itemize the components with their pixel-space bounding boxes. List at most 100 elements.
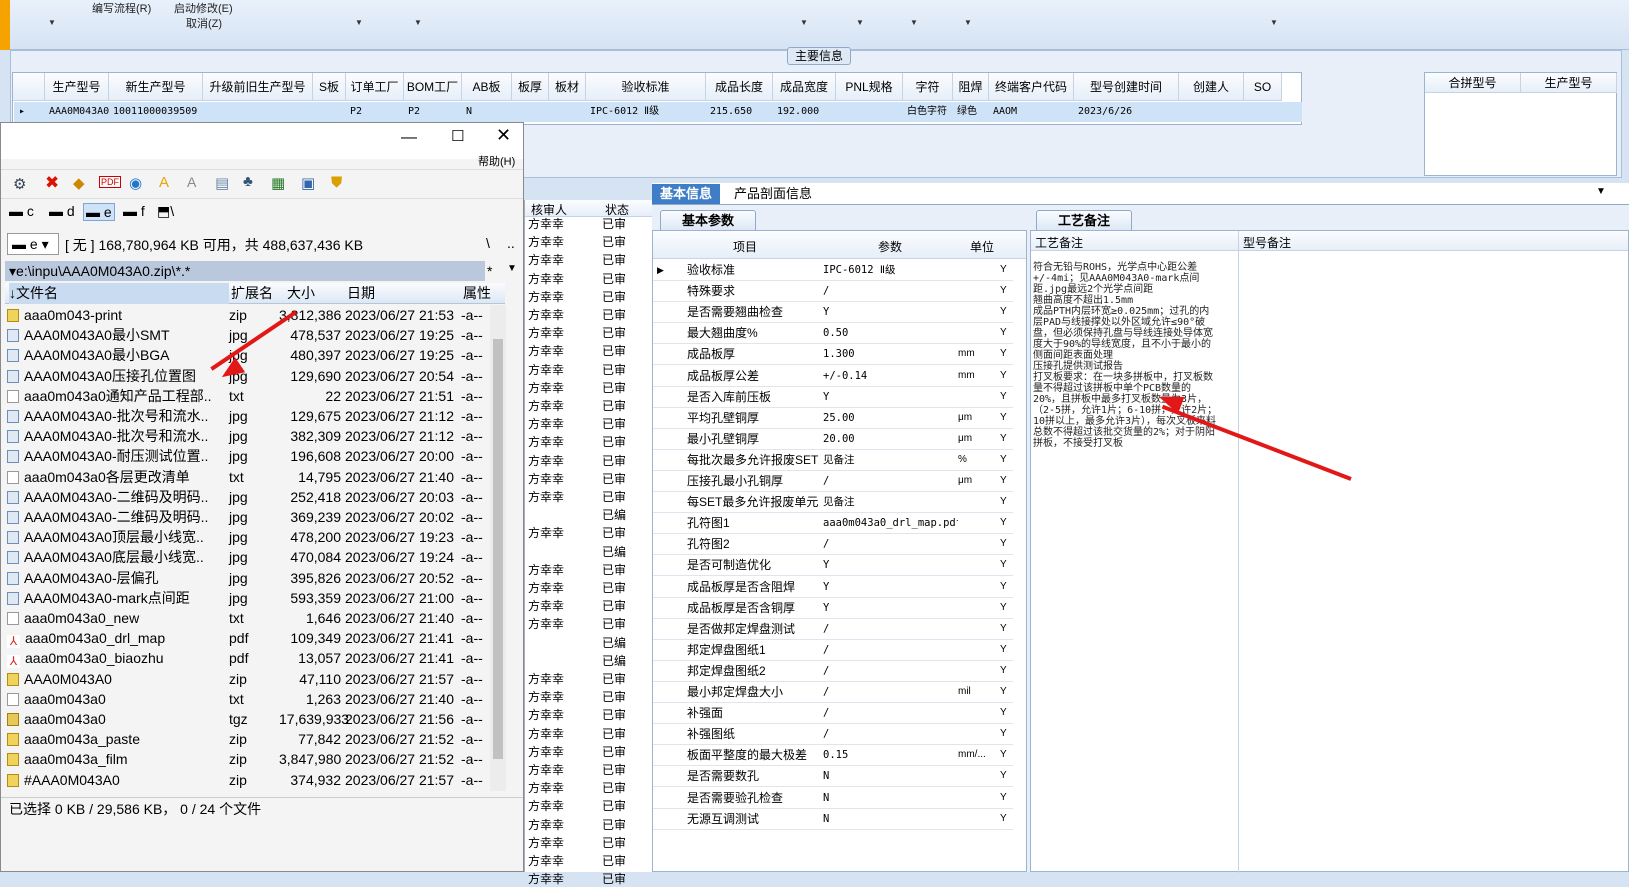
craft-notes-text[interactable]: 符合无铅与ROHS，光学点中心距公差+/-4mi；见AAA0M043A0-mar… xyxy=(1033,262,1218,449)
delete-icon[interactable]: ✖ xyxy=(45,173,59,193)
param-row[interactable]: 是否可制造优化 Y Y xyxy=(653,555,1013,577)
file-row[interactable]: AAA0M043A0-批次号和流水.. jpg 129,675 2023/06/27 … xyxy=(7,406,489,427)
param-row[interactable]: 压接孔最小孔铜厚 / μm Y xyxy=(653,471,1013,492)
param-row[interactable]: 成品板厚是否含铜厚 Y Y xyxy=(653,598,1013,619)
file-row[interactable]: AAA0M043A0-耐压测试位置.. jpg 196,608 2023/06/27 … xyxy=(7,446,489,467)
dropdown-icon[interactable]: ▼ xyxy=(1270,18,1278,27)
gem-icon[interactable]: ◆ xyxy=(73,174,85,192)
param-row[interactable]: ▶ 验收标准 IPC-6012 Ⅱ级 Y xyxy=(653,260,1013,281)
menu-edit-flow[interactable]: 编写流程(R) xyxy=(92,0,151,16)
param-row[interactable]: 成品板厚是否含阻焊 Y Y xyxy=(653,577,1013,598)
file-row[interactable]: AAA0M043A0-批次号和流水.. jpg 382,309 2023/06/27 … xyxy=(7,426,489,447)
file-row[interactable]: AAA0M043A0压接孔位置图 jpg 129,690 2023/06/27 20:… xyxy=(7,366,489,387)
column-header[interactable]: 订单工厂 xyxy=(346,73,404,101)
root-button[interactable]: \ xyxy=(486,235,490,251)
file-row[interactable]: aaa0m043a_film zip 3,847,980 2023/06/27 21:… xyxy=(7,749,489,770)
file-row[interactable]: aaa0m043-print zip 3,812,386 2023/06/27 21:… xyxy=(7,305,489,326)
parent-button[interactable]: .. xyxy=(507,235,515,251)
file-row[interactable]: aaa0m043a0通知产品工程部.. txt 22 2023/06/27 21:51… xyxy=(7,386,489,407)
minimize-icon[interactable]: — xyxy=(401,129,417,147)
column-header[interactable]: 创建人 xyxy=(1179,73,1244,101)
column-header[interactable]: 升级前旧生产型号 xyxy=(203,73,313,101)
param-row[interactable]: 成品板厚 1.300 mm Y xyxy=(653,344,1013,366)
tab-basic-params[interactable]: 基本参数 xyxy=(660,210,756,230)
param-row[interactable]: 每批次最多允许报废SET 见备注% Y xyxy=(653,450,1013,471)
font-icon[interactable]: A xyxy=(159,174,169,191)
tab-craft-notes[interactable]: 工艺备注 xyxy=(1036,210,1132,230)
column-header[interactable]: 字符 xyxy=(903,73,953,101)
image-icon[interactable]: ▣ xyxy=(301,174,315,192)
param-row[interactable]: 是否需要验孔检查 N Y xyxy=(653,788,1013,809)
file-row[interactable]: AAA0M043A0-mark点间距 jpg 593,359 2023/06/27 2… xyxy=(7,588,489,609)
tab-profile-info[interactable]: 产品剖面信息 xyxy=(726,184,820,204)
param-row[interactable]: 板面平整度的最大极差 0.15 mm/... Y xyxy=(653,745,1013,767)
file-row[interactable]: aaa0m043a0 txt 1,263 2023/06/27 21:40 -a-- xyxy=(7,689,489,710)
file-row[interactable]: AAA0M043A0-二维码及明码.. jpg 369,239 2023/06/27 … xyxy=(7,507,489,528)
param-row[interactable]: 是否做邦定焊盘测试 / Y xyxy=(653,619,1013,640)
menu-start-modify[interactable]: 启动修改(E) xyxy=(174,0,233,16)
column-header[interactable]: 终端客户代码 xyxy=(989,73,1074,101)
column-header[interactable]: BOM工厂 xyxy=(404,73,462,101)
col-size[interactable]: 大小 xyxy=(287,283,315,304)
param-row[interactable]: 无源互调测试 N Y xyxy=(653,809,1013,830)
column-header[interactable]: 生产型号 xyxy=(45,73,109,101)
column-header[interactable]: 阻焊 xyxy=(953,73,989,101)
param-row[interactable]: 补强面 / Y xyxy=(653,703,1013,725)
pdf-icon[interactable]: PDF xyxy=(99,176,121,188)
file-row[interactable]: AAA0M043A0-层偏孔 jpg 395,826 2023/06/27 20:52… xyxy=(7,568,489,589)
chevron-down-icon[interactable]: ▼ xyxy=(1596,186,1606,197)
param-row[interactable]: 最大翘曲度% 0.50 Y xyxy=(653,323,1013,345)
col-ext[interactable]: 扩展名 xyxy=(231,283,273,304)
file-row[interactable]: aaa0m043a_paste zip 77,842 2023/06/27 21:52… xyxy=(7,729,489,750)
file-row[interactable]: AAA0M043A0-二维码及明码.. jpg 252,418 2023/06/27 … xyxy=(7,487,489,508)
drive-d[interactable]: ▬ d xyxy=(49,203,75,219)
file-row[interactable]: aaa0m043a0各层更改清单 txt 14,795 2023/06/27 21:4… xyxy=(7,467,489,488)
file-row[interactable]: ⅄ aaa0m043a0_biaozhu pdf 13,057 2023/06/27 2… xyxy=(7,648,489,669)
column-header[interactable]: 验收标准 xyxy=(586,73,706,101)
scrollbar-thumb[interactable] xyxy=(493,339,503,759)
file-row[interactable]: aaa0m043a0 tgz 17,639,933 2023/06/27 21:56-… xyxy=(7,709,489,730)
dropdown-icon[interactable]: ▼ xyxy=(910,18,918,27)
column-header[interactable]: AB板 xyxy=(462,73,512,101)
dropdown-icon[interactable]: ▼ xyxy=(414,18,422,27)
dropdown-icon[interactable]: ▼ xyxy=(355,18,363,27)
file-row[interactable]: AAA0M043A0底层最小线宽.. jpg 470,084 2023/06/27 1… xyxy=(7,547,489,568)
param-row[interactable]: 邦定焊盘图纸2 / Y xyxy=(653,661,1013,682)
filter-button[interactable]: * xyxy=(487,263,492,279)
tree-icon[interactable]: ♣ xyxy=(243,173,253,190)
dropdown-icon[interactable]: ▼ xyxy=(48,18,56,27)
drive-c[interactable]: ▬ c xyxy=(9,203,34,219)
drive-network[interactable]: ⬒\ xyxy=(157,203,174,220)
column-header[interactable]: 板材 xyxy=(549,73,586,101)
param-row[interactable]: 是否需要翘曲检查 Y Y xyxy=(653,302,1013,324)
help-menu[interactable]: 帮助(H) xyxy=(478,153,515,169)
param-row[interactable]: 孔符图2 / Y xyxy=(653,534,1013,556)
file-row[interactable]: AAA0M043A0顶层最小线宽.. jpg 478,200 2023/06/27 1… xyxy=(7,527,489,548)
file-row[interactable]: #AAA0M043A0 zip 374,932 2023/06/27 21:57 -a-… xyxy=(7,770,489,791)
column-header[interactable]: 型号创建时间 xyxy=(1074,73,1179,101)
param-row[interactable]: 成品板厚公差 +/-0.14 mm Y xyxy=(653,366,1013,387)
rename-icon[interactable]: A xyxy=(187,174,196,190)
pack-icon[interactable]: ⚙ xyxy=(13,175,26,193)
column-header[interactable]: 成品宽度 xyxy=(773,73,836,101)
param-row[interactable]: 是否需要数孔 N Y xyxy=(653,766,1013,788)
param-row[interactable]: 每SET最多允许报废单元 见备注 Y xyxy=(653,492,1013,514)
file-row[interactable]: ⅄ aaa0m043a0_drl_map pdf 109,349 2023/06/27 … xyxy=(7,628,489,649)
column-header[interactable]: 板厚 xyxy=(512,73,549,101)
param-row[interactable]: 最小邦定焊盘大小 / mil Y xyxy=(653,682,1013,703)
drive-e[interactable]: ▬ e xyxy=(83,203,115,221)
scrollbar[interactable] xyxy=(490,305,506,791)
param-row[interactable]: 是否入库前压板 Y Y xyxy=(653,387,1013,408)
column-header[interactable]: 新生产型号 xyxy=(109,73,203,101)
param-row[interactable]: 特殊要求 / Y xyxy=(653,281,1013,303)
param-row[interactable]: 平均孔壁铜厚 25.00 μm Y xyxy=(653,408,1013,429)
maximize-icon[interactable]: ☐ xyxy=(451,127,464,145)
col-date[interactable]: 日期 xyxy=(347,283,375,304)
file-row[interactable]: AAA0M043A0 zip 47,110 2023/06/27 21:57 -a-- xyxy=(7,669,489,690)
file-row[interactable]: aaa0m043a0_new txt 1,646 2023/06/27 21:40 -a… xyxy=(7,608,489,629)
drive-f[interactable]: ▬ f xyxy=(123,203,145,219)
param-row[interactable]: 补强图纸 / Y xyxy=(653,724,1013,746)
path-bar[interactable]: ▾e:\inpu\AAA0M043A0.zip\*.* xyxy=(5,261,485,281)
excel-icon[interactable]: ▦ xyxy=(271,174,285,192)
document-icon[interactable]: ▤ xyxy=(215,174,229,192)
